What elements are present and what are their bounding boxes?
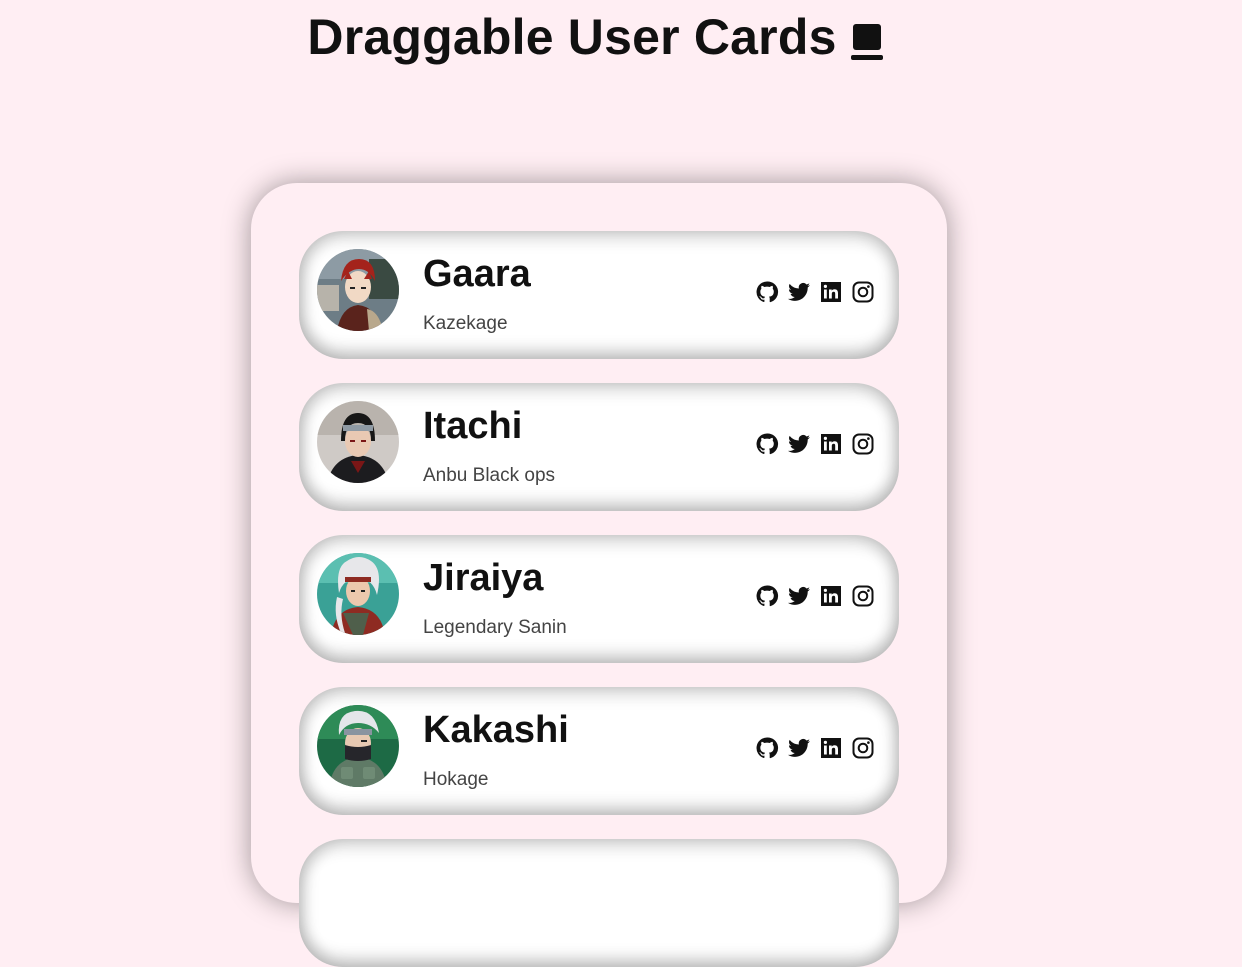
github-icon[interactable]	[755, 584, 779, 608]
user-name: Gaara	[423, 253, 531, 295]
card-list-container: Gaara Kazekage Itachi Anbu Black ops Jir…	[251, 183, 947, 967]
social-links	[755, 736, 875, 760]
instagram-icon[interactable]	[851, 584, 875, 608]
user-card[interactable]	[299, 839, 899, 967]
social-links	[755, 432, 875, 456]
twitter-icon[interactable]	[787, 736, 811, 760]
user-role: Legendary Sanin	[423, 617, 567, 638]
user-name: Itachi	[423, 405, 523, 447]
user-name: Jiraiya	[423, 557, 544, 599]
user-card[interactable]: Itachi Anbu Black ops	[299, 383, 899, 511]
instagram-icon[interactable]	[851, 280, 875, 304]
user-card[interactable]: Jiraiya Legendary Sanin	[299, 535, 899, 663]
user-card[interactable]: Kakashi Hokage	[299, 687, 899, 815]
social-links	[755, 280, 875, 304]
twitter-icon[interactable]	[787, 584, 811, 608]
page-title: Draggable User Cards	[0, 8, 1190, 74]
social-links	[755, 584, 875, 608]
user-name: Kakashi	[423, 709, 569, 751]
github-icon[interactable]	[755, 432, 779, 456]
avatar	[317, 401, 399, 483]
instagram-icon[interactable]	[851, 432, 875, 456]
avatar	[317, 249, 399, 331]
linkedin-icon[interactable]	[819, 280, 843, 304]
user-role: Kazekage	[423, 313, 508, 334]
github-icon[interactable]	[755, 280, 779, 304]
linkedin-icon[interactable]	[819, 736, 843, 760]
instagram-icon[interactable]	[851, 736, 875, 760]
linkedin-icon[interactable]	[819, 584, 843, 608]
user-role: Anbu Black ops	[423, 465, 556, 486]
twitter-icon[interactable]	[787, 432, 811, 456]
page-title-text: Draggable User Cards	[307, 9, 837, 65]
linkedin-icon[interactable]	[819, 432, 843, 456]
avatar	[317, 553, 399, 635]
user-role: Hokage	[423, 769, 489, 790]
user-card[interactable]: Gaara Kazekage	[299, 231, 899, 359]
github-icon[interactable]	[755, 736, 779, 760]
book-icon	[850, 16, 883, 74]
twitter-icon[interactable]	[787, 280, 811, 304]
avatar	[317, 705, 399, 787]
